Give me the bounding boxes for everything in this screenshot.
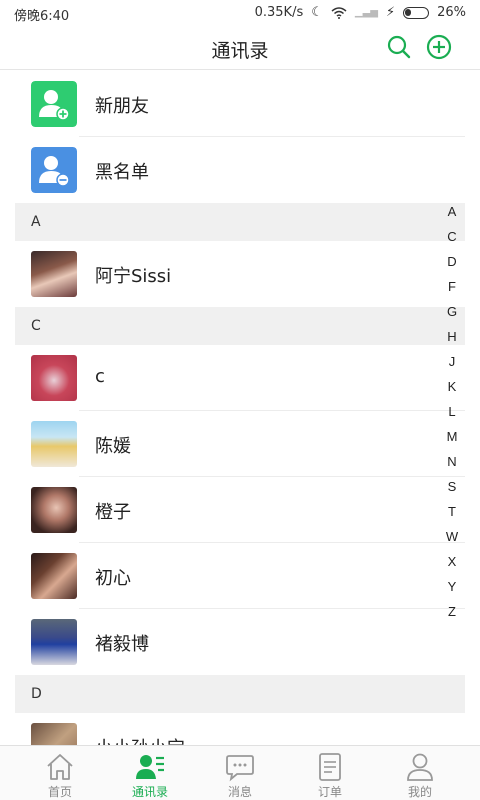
contact-row[interactable]: 小小孙小宝 [15,713,465,745]
contact-row[interactable]: 陈媛 [15,411,465,477]
avatar [31,487,77,533]
index-letter-c[interactable]: C [440,229,464,254]
search-icon[interactable] [386,34,412,60]
section-header-c: C [15,307,465,345]
index-letter-g[interactable]: G [440,304,464,329]
charging-icon: ⚡ [385,5,396,20]
section-letter: D [31,686,42,702]
blocked-user-icon [31,147,77,193]
contact-name: c [95,366,105,387]
avatar [31,619,77,665]
avatar [31,723,77,745]
tab-label: 订单 [317,785,342,799]
contact-name: 橙子 [95,502,131,523]
wifi-icon [331,6,347,19]
new-friends-label: 新朋友 [95,96,149,117]
contact-name: 小小孙小宝 [95,734,185,745]
signal-icon: ▁▃▅ [354,7,378,18]
contact-name: 褚毅博 [95,634,149,655]
contact-row[interactable]: c [15,345,465,411]
contact-list[interactable]: 新朋友 黑名单 A 阿宁Sissi C c 陈媛 橙子 初心 褚毅博 D [15,71,465,745]
contact-row[interactable]: 褚毅博 [15,609,465,675]
tab-messages[interactable]: 消息 [195,746,285,800]
section-letter: A [31,214,41,230]
profile-icon [407,753,433,781]
add-icon[interactable] [426,34,452,60]
contact-row[interactable]: 阿宁Sissi [15,241,465,307]
index-letter-s[interactable]: S [440,479,464,504]
moon-icon: ☾ [311,5,323,20]
contact-row[interactable]: 初心 [15,543,465,609]
contact-name: 阿宁Sissi [95,266,172,287]
order-icon [319,753,341,781]
new-friends-item[interactable]: 新朋友 [15,71,465,137]
battery-percent: 26% [437,5,466,20]
index-letter-a[interactable]: A [440,204,464,229]
tab-home[interactable]: 首页 [15,746,105,800]
section-letter: C [31,318,41,334]
alphabet-index[interactable]: ACDFGHJKLMNSTWXYZ [440,204,464,629]
index-letter-l[interactable]: L [440,404,464,429]
index-letter-j[interactable]: J [440,354,464,379]
blacklist-item[interactable]: 黑名单 [15,137,465,203]
index-letter-t[interactable]: T [440,504,464,529]
add-friend-icon [31,81,77,127]
avatar [31,553,77,599]
tab-profile[interactable]: 我的 [375,746,465,800]
home-icon [47,754,73,780]
index-letter-h[interactable]: H [440,329,464,354]
contacts-icon [136,755,164,779]
index-letter-w[interactable]: W [440,529,464,554]
contact-name: 陈媛 [95,436,131,457]
status-right: 0.35K/s ☾ ▁▃▅ ⚡ 26% [255,5,466,20]
avatar [31,421,77,467]
status-bar: 傍晚6:40 0.35K/s ☾ ▁▃▅ ⚡ 26% [0,0,480,26]
index-letter-k[interactable]: K [440,379,464,404]
battery-icon [403,6,430,19]
tab-orders[interactable]: 订单 [285,746,375,800]
blacklist-label: 黑名单 [95,162,149,183]
tab-label: 首页 [47,785,72,799]
contact-name: 初心 [95,568,131,589]
message-icon [226,755,254,782]
index-letter-n[interactable]: N [440,454,464,479]
index-letter-f[interactable]: F [440,279,464,304]
tab-label: 消息 [227,785,252,799]
tab-label: 通讯录 [131,785,168,799]
index-letter-z[interactable]: Z [440,604,464,629]
tab-contacts[interactable]: 通讯录 [105,746,195,800]
bottom-tab-bar: 首页 通讯录 消息 订单 我的 [0,745,480,800]
network-speed: 0.35K/s [254,5,304,20]
index-letter-y[interactable]: Y [440,579,464,604]
avatar [31,355,77,401]
avatar [31,251,77,297]
contact-row[interactable]: 橙子 [15,477,465,543]
section-header-a: A [15,203,465,241]
index-letter-x[interactable]: X [440,554,464,579]
index-letter-d[interactable]: D [440,254,464,279]
status-time: 傍晚6:40 [14,9,70,24]
index-letter-m[interactable]: M [440,429,464,454]
app-header: 通讯录 [0,26,480,70]
tab-label: 我的 [407,785,432,799]
section-header-d: D [15,675,465,713]
